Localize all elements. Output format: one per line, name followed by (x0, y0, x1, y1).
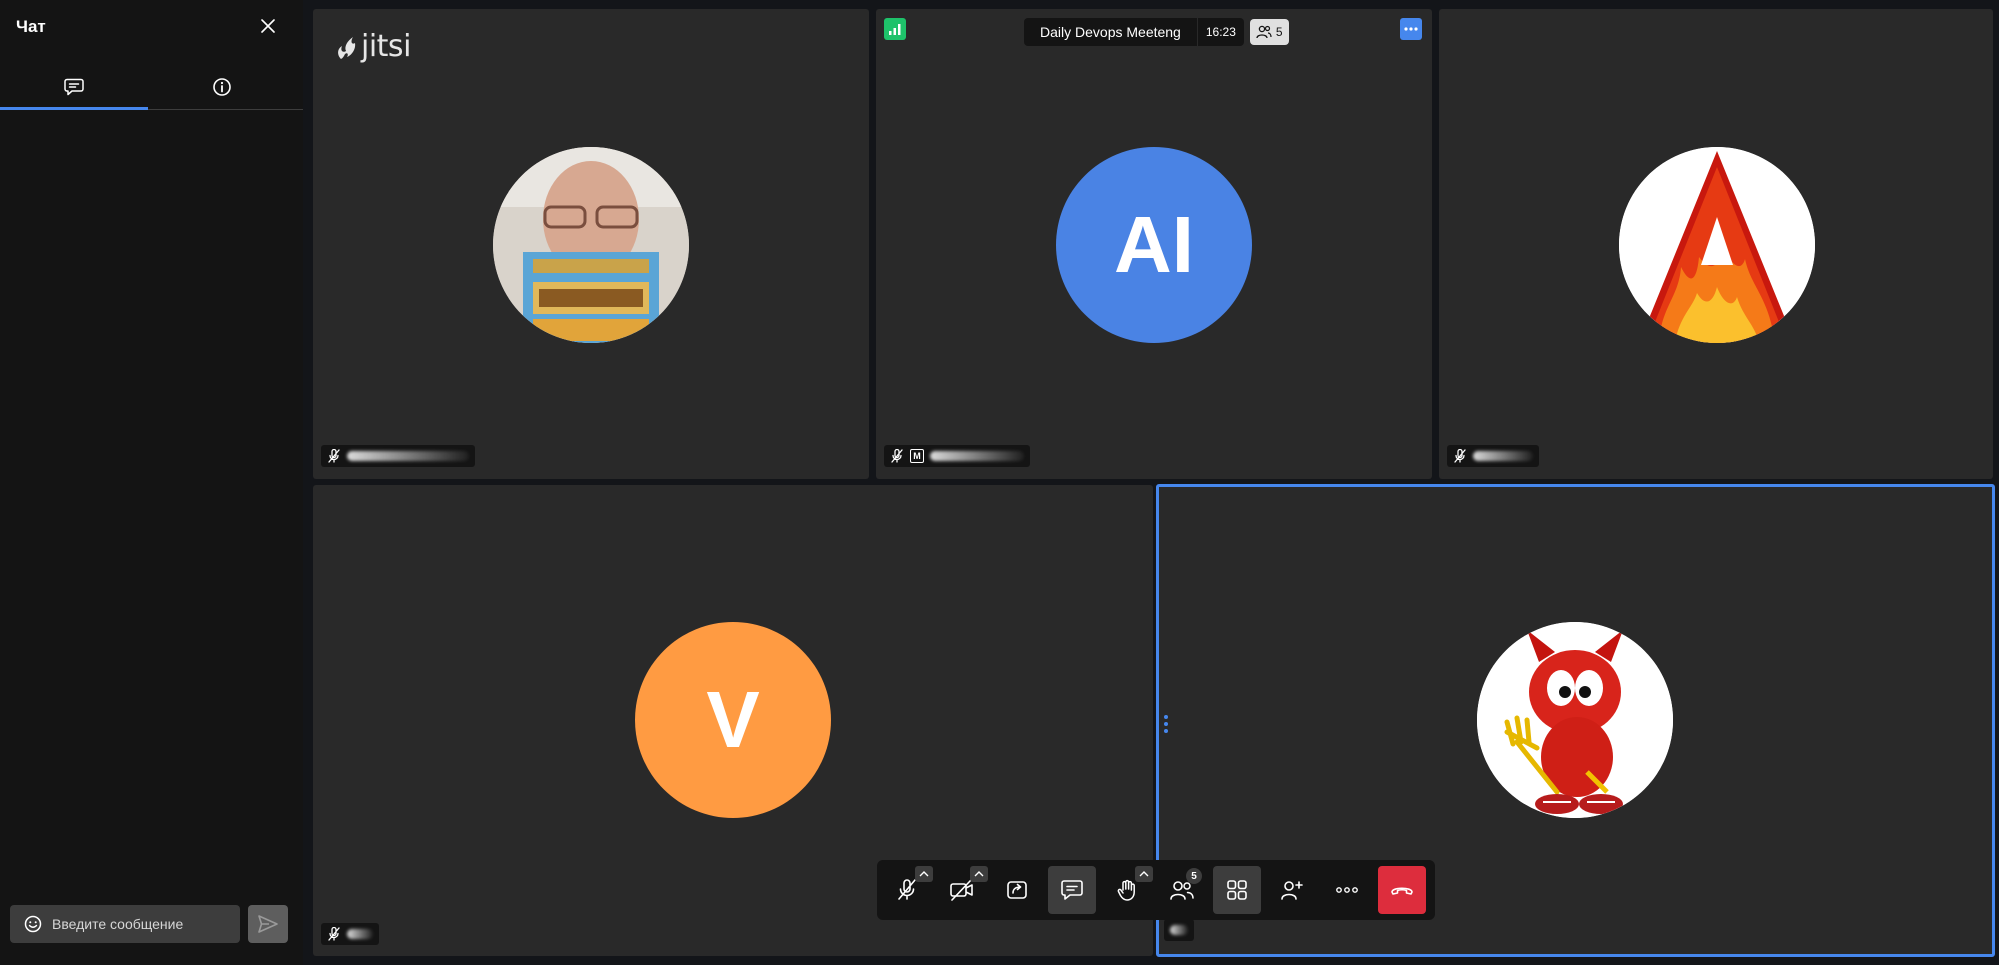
participant-tile-2[interactable]: AI M (876, 9, 1432, 479)
emoji-icon[interactable] (24, 915, 42, 933)
participant-name-redacted (347, 451, 469, 461)
participant-name-bar-3 (1447, 445, 1539, 467)
chevron-up-icon (1139, 871, 1149, 877)
participant-tile-3[interactable] (1439, 9, 1993, 479)
invite-people-button[interactable] (1268, 866, 1316, 914)
chat-bubble-icon (64, 78, 84, 95)
jitsi-brand-text: jitsi (361, 29, 411, 64)
tab-messages[interactable] (0, 64, 148, 110)
chevron-up-icon (974, 871, 984, 877)
mic-off-icon (891, 449, 903, 463)
info-icon (213, 77, 231, 96)
close-chat-button[interactable] (256, 14, 280, 38)
chat-title: Чат (16, 17, 46, 36)
chevron-up-icon (919, 871, 929, 877)
devil-mascot-image (1477, 622, 1673, 818)
invite-icon (1281, 881, 1303, 900)
chat-icon (1061, 880, 1083, 900)
participant-avatar-initials-ai: AI (1056, 147, 1252, 343)
hangup-icon (1391, 887, 1413, 895)
avatar-initials: V (706, 675, 760, 764)
participants-icon (1256, 25, 1272, 39)
raise-hand-icon (1117, 879, 1135, 901)
more-actions-button[interactable] (1323, 866, 1371, 914)
participant-name-bar-4 (321, 923, 379, 945)
connection-indicator[interactable] (884, 18, 906, 40)
tile-drag-handle[interactable] (1163, 713, 1169, 735)
app-root: Чат Введите сообщение jitsi AI M V Daily… (0, 0, 1999, 965)
participant-name-redacted (1473, 451, 1533, 461)
participant-avatar-initials-v: V (635, 622, 831, 818)
jitsi-logo: jitsi (335, 29, 411, 64)
camera-button[interactable] (938, 866, 988, 914)
tile-more-options-button[interactable] (1400, 18, 1422, 40)
participant-tile-1[interactable]: jitsi (313, 9, 869, 479)
chat-tabs (0, 64, 303, 110)
leave-meeting-button[interactable] (1378, 866, 1426, 914)
meeting-header: Daily Devops Meeteng 16:23 5 (1024, 18, 1289, 46)
chat-input-placeholder: Введите сообщение (52, 916, 184, 932)
mic-off-icon (328, 449, 340, 463)
participant-name-bar-1 (321, 445, 475, 467)
participant-count: 5 (1275, 25, 1283, 39)
mic-off-icon (898, 879, 916, 900)
camera-options-caret[interactable] (970, 866, 988, 882)
share-screen-button[interactable] (993, 866, 1041, 914)
microphone-options-caret[interactable] (915, 866, 933, 882)
meeting-title: Daily Devops Meeteng (1024, 18, 1197, 46)
participants-button[interactable]: 5 (1158, 866, 1206, 914)
participant-avatar-flame-a (1619, 147, 1815, 343)
participant-avatar-devil (1477, 622, 1673, 818)
participant-name-bar-2: M (884, 445, 1030, 467)
participant-name-redacted (347, 929, 373, 939)
participant-avatar-photo (493, 147, 689, 343)
mic-off-icon (1454, 449, 1466, 463)
raise-hand-button[interactable] (1103, 866, 1153, 914)
tile-view-button[interactable] (1213, 866, 1261, 914)
chat-message-input[interactable]: Введите сообщение (10, 905, 240, 943)
chat-panel: Чат Введите сообщение (0, 0, 303, 965)
avatar-initials: AI (1114, 200, 1194, 289)
participant-name-redacted (1170, 925, 1188, 935)
more-icon (1336, 887, 1358, 893)
user-photo-image (493, 147, 689, 343)
tab-info[interactable] (148, 64, 296, 109)
send-message-button[interactable] (248, 905, 288, 943)
jitsi-logo-icon (338, 36, 356, 59)
chat-toggle-button[interactable] (1048, 866, 1096, 914)
more-dots-icon (1404, 27, 1418, 31)
video-stage: jitsi AI M V Daily Devops Meeteng 16:23 … (303, 0, 1999, 965)
participant-name-redacted (930, 451, 1024, 461)
send-icon (258, 915, 278, 933)
close-icon (261, 19, 275, 33)
vertical-dots-icon (1164, 715, 1168, 733)
reactions-options-caret[interactable] (1135, 866, 1153, 882)
tile-view-icon (1227, 880, 1247, 900)
meeting-timer: 16:23 (1197, 18, 1244, 46)
share-screen-icon (1007, 881, 1027, 899)
participant-name-bar-5 (1164, 919, 1194, 941)
flame-letter-a-image (1619, 147, 1815, 343)
moderator-badge-icon: M (910, 449, 924, 463)
participant-count-button[interactable]: 5 (1249, 19, 1289, 45)
signal-strength-icon (889, 24, 901, 35)
mic-off-icon (328, 927, 340, 941)
meeting-toolbar: 5 (877, 860, 1435, 920)
participants-count-badge: 5 (1186, 868, 1202, 884)
microphone-button[interactable] (883, 866, 933, 914)
